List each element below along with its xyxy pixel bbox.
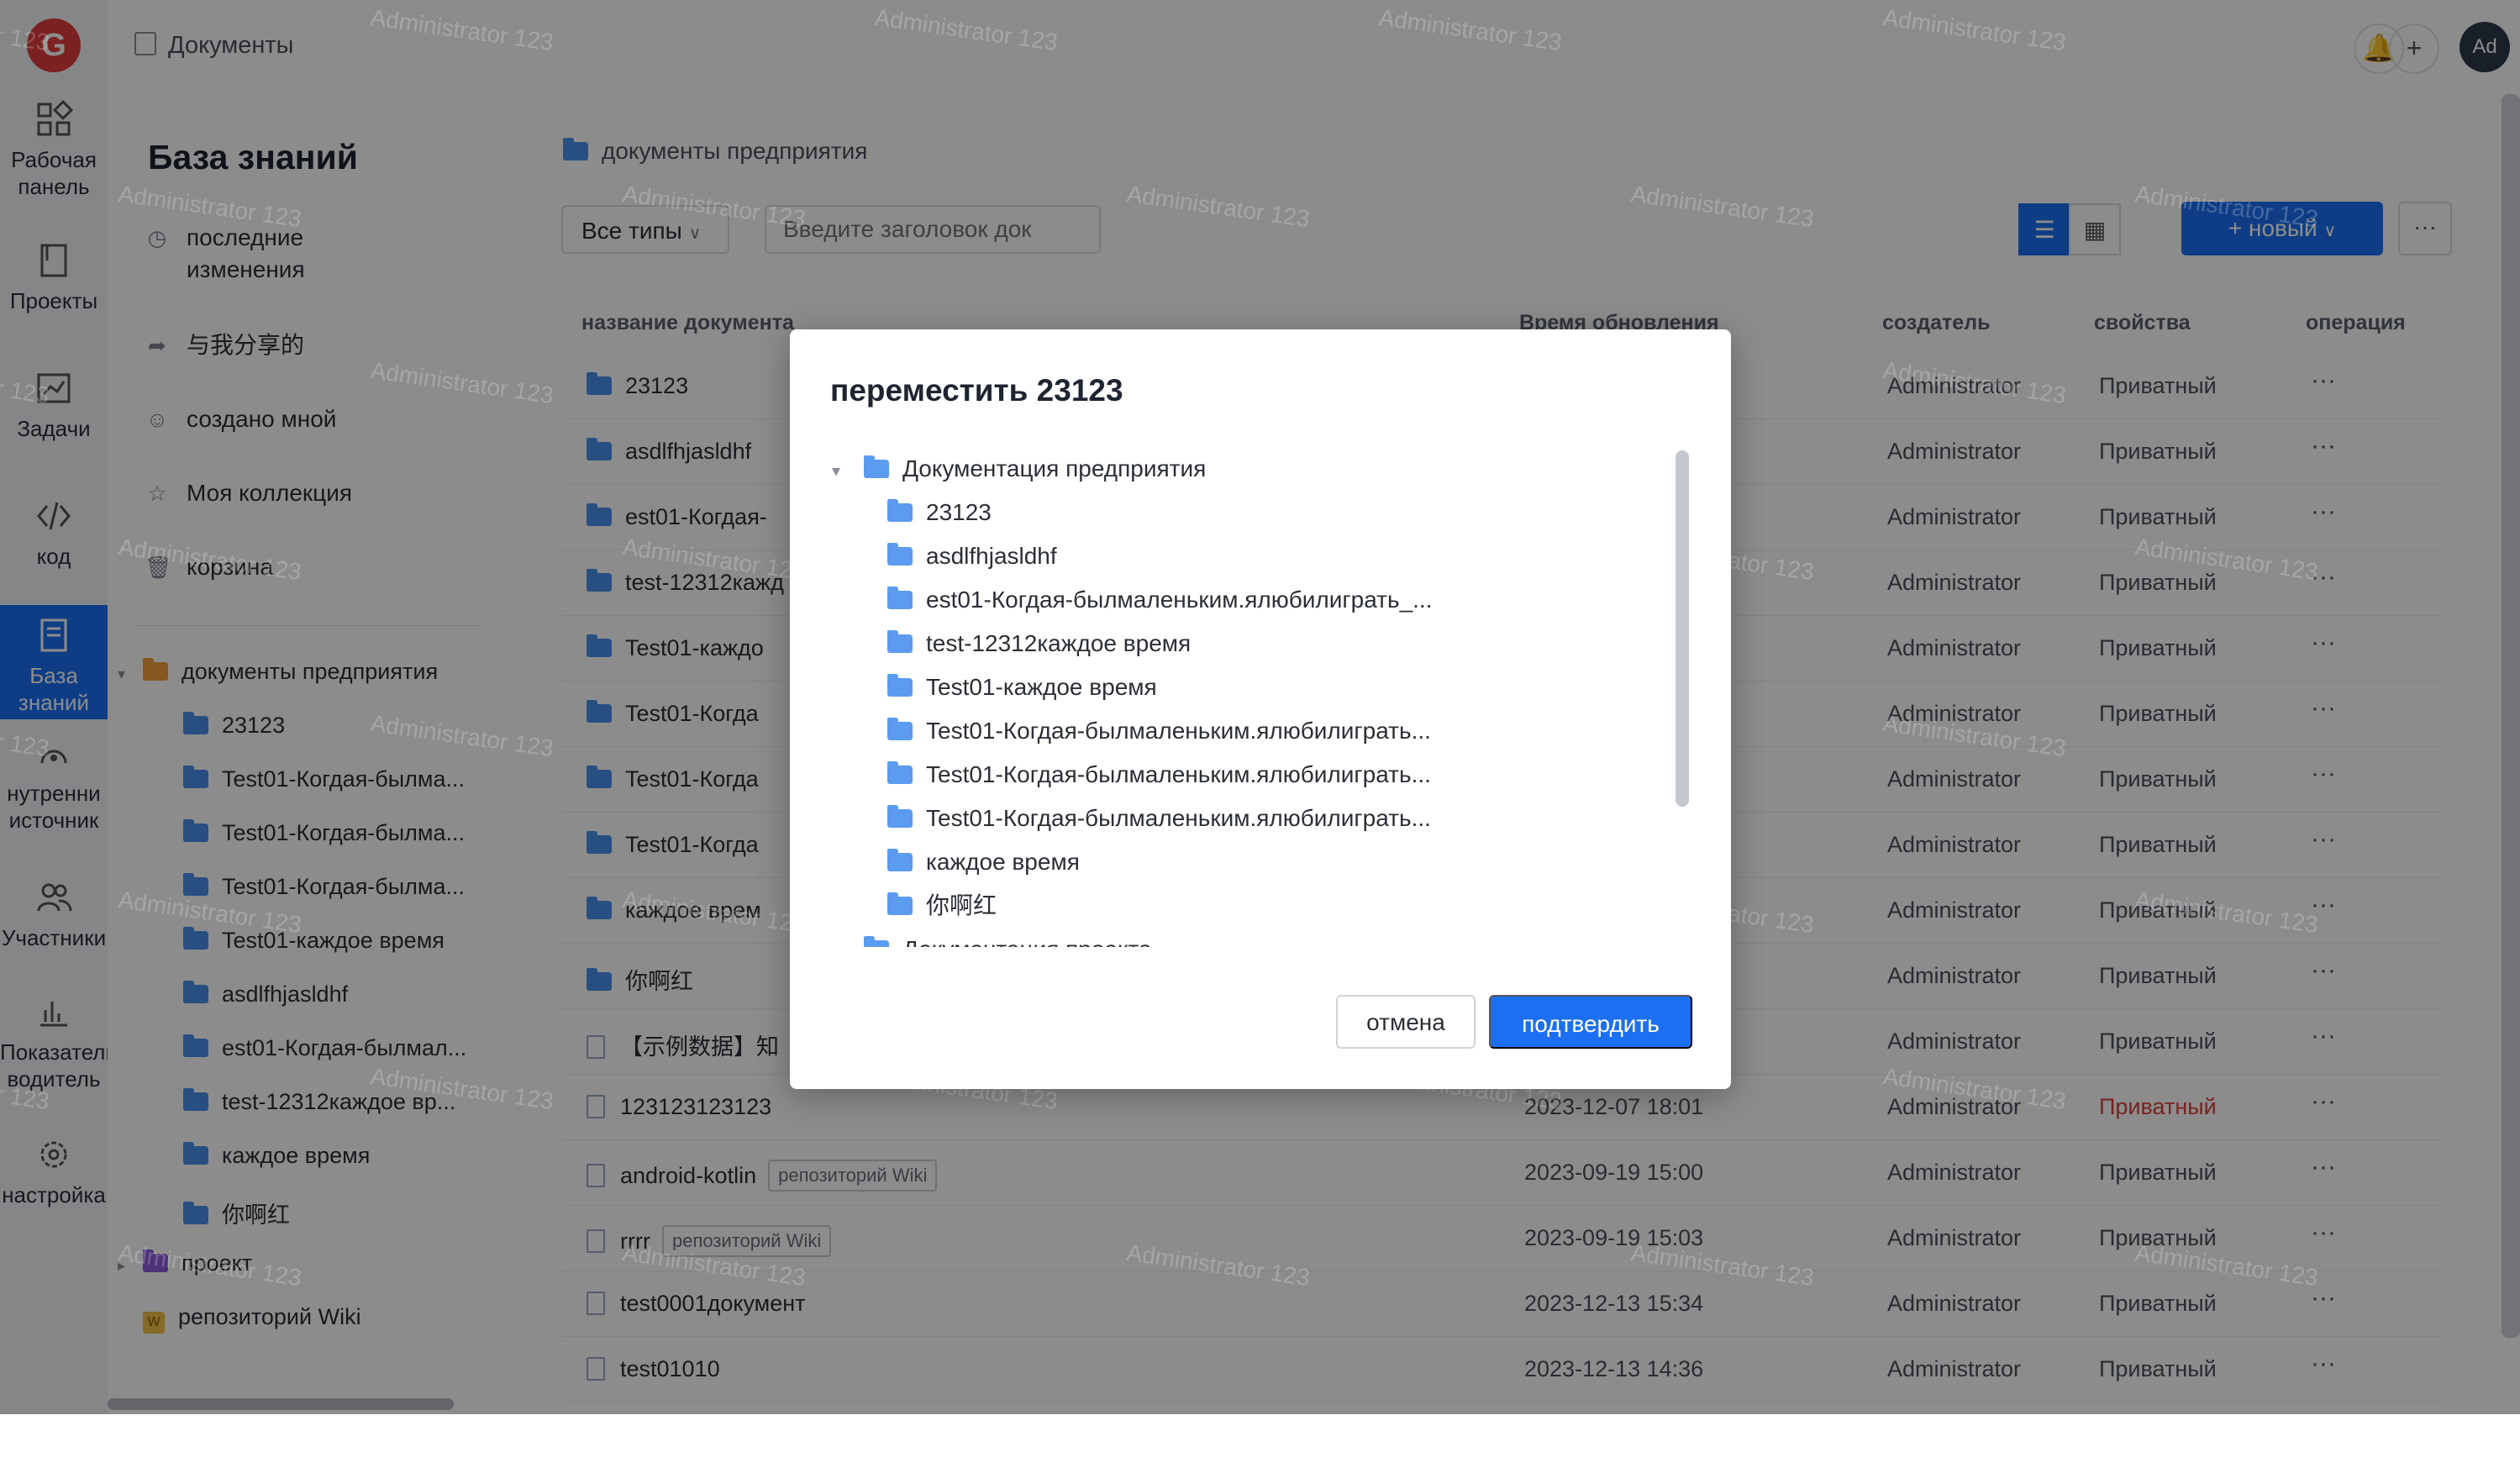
dialog-title: переместить 23123	[830, 373, 1123, 408]
tree-node[interactable]: Test01-Когдая-былмаленьким.ялюбилиграть.…	[887, 709, 1431, 753]
folder-icon	[887, 892, 913, 915]
watermark-text: Administrator 123	[1881, 1415, 2068, 1468]
caret-down-icon[interactable]: ▾	[832, 450, 852, 493]
tree-node-label: 你啊红	[926, 892, 997, 918]
folder-icon	[887, 761, 913, 784]
folder-icon	[887, 630, 913, 653]
folder-icon	[887, 718, 913, 740]
watermark-text: Administrator 123	[1376, 1415, 1564, 1468]
tree-node-label: est01-Когдая-былмаленьким.ялюбилиграть_.…	[926, 587, 1433, 613]
tree-node[interactable]: test-12312каждое время	[887, 622, 1191, 666]
watermark-text: Administrator 123	[872, 1415, 1060, 1468]
cancel-button[interactable]: отмена	[1336, 995, 1476, 1049]
folder-icon	[887, 849, 913, 871]
tree-node[interactable]: asdlfhjasldhf	[887, 534, 1057, 578]
tree-node-label: asdlfhjasldhf	[926, 543, 1057, 569]
tree-node-label: Test01-Когдая-былмаленьким.ялюбилиграть.…	[926, 761, 1431, 787]
tree-node[interactable]: ▾ Документация предприятия	[832, 447, 1206, 491]
tree-node-label: Test01-каждое время	[926, 674, 1157, 700]
caret-right-icon[interactable]: ▸	[832, 930, 852, 947]
watermark-text: Administrator 123	[368, 1415, 555, 1468]
tree-node[interactable]: Test01-каждое время	[887, 666, 1157, 709]
tree-node[interactable]: Test01-Когдая-былмаленьким.ялюбилиграть.…	[887, 753, 1431, 797]
tree-scrollbar[interactable]	[1676, 450, 1689, 807]
tree-node-label: Документация предприятия	[902, 455, 1207, 481]
tree-node[interactable]: est01-Когдая-былмаленьким.ялюбилиграть_.…	[887, 578, 1432, 622]
tree-node[interactable]: Test01-Когдая-былмаленьким.ялюбилиграть.…	[887, 797, 1431, 840]
folder-icon	[887, 587, 913, 609]
tree-node[interactable]: 23123	[887, 491, 992, 534]
tree-node-label: 23123	[926, 499, 992, 525]
tree-node[interactable]: 你啊红	[887, 884, 997, 928]
tree-node[interactable]: ▸ Документация проекта	[832, 928, 1152, 947]
folder-icon	[887, 805, 913, 828]
folder-tree: ▾ Документация предприятия 23123 asdlfhjasl…	[832, 447, 1630, 947]
tree-node-label: каждое время	[926, 849, 1080, 875]
tree-node-label: test-12312каждое время	[926, 630, 1192, 656]
move-dialog: переместить 23123 ▾ Документация предприя…	[790, 329, 1731, 1089]
tree-node-label: Test01-Когдая-былмаленьким.ялюбилиграть.…	[926, 718, 1431, 744]
folder-icon	[864, 936, 889, 947]
folder-icon	[887, 543, 913, 566]
folder-icon	[887, 499, 913, 522]
tree-node-label: Test01-Когдая-былмаленьким.ялюбилиграть.…	[926, 805, 1431, 831]
folder-icon	[864, 455, 889, 478]
tree-node[interactable]: каждое время	[887, 840, 1080, 884]
tree-node-label: Документация проекта	[902, 936, 1152, 947]
confirm-button[interactable]: подтвердить	[1489, 995, 1692, 1049]
watermark-text: Administrator 123	[0, 1415, 51, 1468]
folder-icon	[887, 674, 913, 697]
